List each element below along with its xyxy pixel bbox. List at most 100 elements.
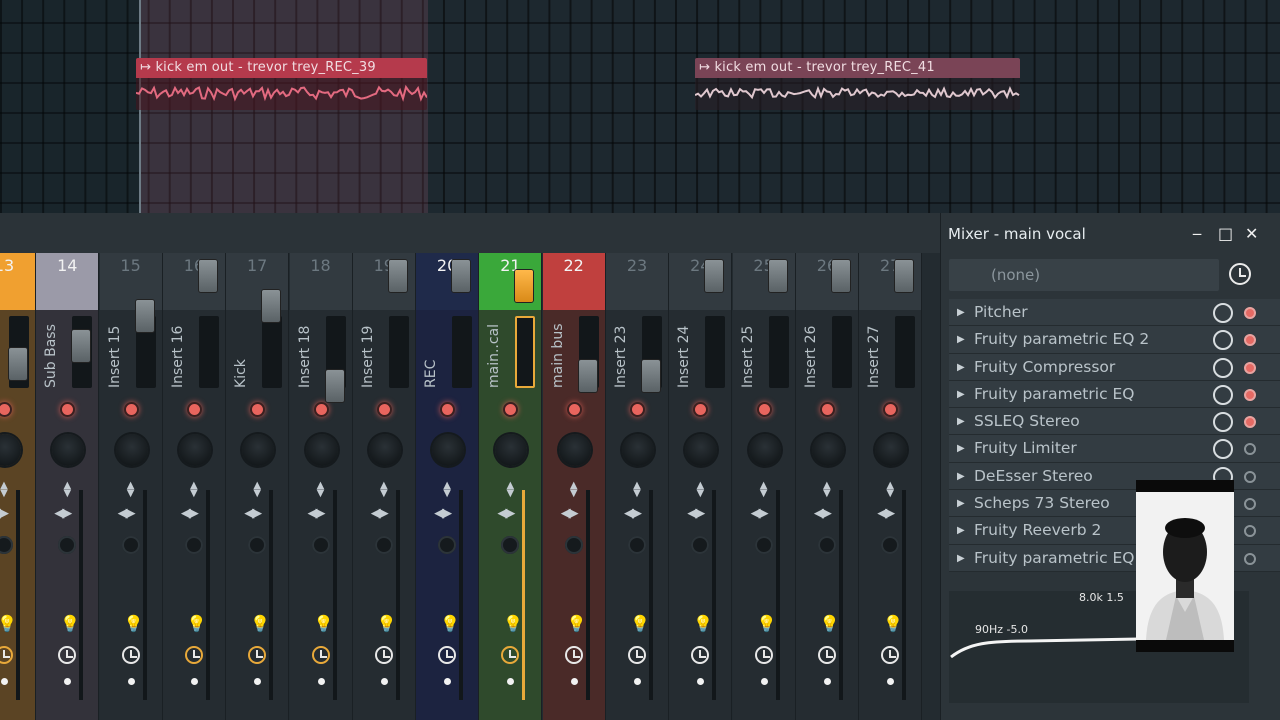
stereo-separation-icon[interactable]: ◀▶: [54, 506, 72, 521]
route-dot-icon[interactable]: [64, 678, 72, 685]
clock-icon[interactable]: [121, 646, 140, 664]
mute-led-icon[interactable]: [630, 402, 645, 417]
pan-knob[interactable]: [178, 434, 211, 466]
slot-enable-led-icon[interactable]: [1244, 443, 1256, 456]
clock-icon[interactable]: [881, 646, 900, 664]
volume-fader-handle[interactable]: [642, 360, 660, 392]
stereo-swap-icon[interactable]: ▲ ▼: [568, 481, 580, 499]
mixer-strip[interactable]: 24 Insert 24 ▲ ▼ ◀▶ 💡: [669, 253, 733, 720]
maximize-icon[interactable]: □: [1218, 213, 1233, 255]
route-dot-icon[interactable]: [697, 678, 705, 685]
stereo-separation-icon[interactable]: ◀▶: [0, 506, 9, 521]
volume-fader-handle[interactable]: [578, 360, 597, 392]
phase-invert-icon[interactable]: [628, 536, 646, 554]
phase-invert-icon[interactable]: [248, 536, 267, 554]
bulb-icon[interactable]: 💡: [377, 614, 397, 633]
strip-name[interactable]: Insert 26: [800, 316, 824, 388]
bulb-icon[interactable]: 💡: [503, 614, 523, 633]
mute-led-icon[interactable]: [819, 402, 835, 417]
stereo-separation-icon[interactable]: ◀▶: [624, 506, 642, 521]
pan-knob[interactable]: [368, 434, 401, 466]
bulb-icon[interactable]: 💡: [250, 614, 270, 633]
expand-arrow-icon[interactable]: ▶: [957, 490, 965, 517]
volume-fader-handle[interactable]: [72, 330, 91, 362]
bulb-icon[interactable]: 💡: [757, 614, 777, 633]
route-dot-icon[interactable]: [570, 678, 578, 685]
strip-name[interactable]: main..cal: [483, 316, 507, 388]
pan-knob[interactable]: [811, 434, 844, 466]
clock-icon[interactable]: [184, 646, 203, 664]
expand-arrow-icon[interactable]: ▶: [957, 381, 965, 408]
clock-icon[interactable]: [58, 646, 77, 664]
stereo-separation-icon[interactable]: ◀▶: [814, 506, 832, 521]
pan-knob[interactable]: [0, 434, 21, 466]
stereo-swap-icon[interactable]: ▲ ▼: [758, 481, 770, 499]
mute-led-icon[interactable]: [756, 402, 772, 417]
slot-enable-led-icon[interactable]: [1244, 416, 1256, 429]
strip-name[interactable]: Insert 19: [357, 316, 381, 388]
volume-fader-handle[interactable]: [895, 260, 914, 292]
clock-icon[interactable]: [501, 646, 520, 664]
clock-icon[interactable]: [438, 646, 457, 664]
playlist-area[interactable]: ↦ kick em out - trevor trey_REC_39 ↦ kic…: [0, 0, 1280, 213]
expand-arrow-icon[interactable]: ▶: [957, 354, 965, 381]
route-dot-icon[interactable]: [127, 678, 135, 685]
mute-led-icon[interactable]: [376, 402, 392, 417]
pan-knob[interactable]: [622, 434, 654, 466]
strip-name[interactable]: REC: [420, 316, 444, 388]
phase-invert-icon[interactable]: [121, 536, 140, 554]
fx-slot[interactable]: ▶ Fruity Limiter: [949, 435, 1280, 463]
expand-arrow-icon[interactable]: ▶: [957, 408, 965, 435]
route-dot-icon[interactable]: [1, 678, 8, 685]
strip-number[interactable]: 18: [289, 253, 352, 310]
volume-fader-handle[interactable]: [262, 290, 281, 322]
mix-knob-icon[interactable]: [1213, 330, 1233, 351]
stereo-swap-icon[interactable]: ▲ ▼: [125, 481, 137, 499]
slot-enable-led-icon[interactable]: [1244, 361, 1256, 374]
clock-icon[interactable]: [691, 646, 710, 664]
stereo-separation-icon[interactable]: ◀▶: [751, 506, 769, 521]
phase-invert-icon[interactable]: [58, 536, 77, 554]
pan-knob[interactable]: [305, 434, 338, 466]
strip-name[interactable]: Insert 23: [610, 316, 634, 388]
phase-invert-icon[interactable]: [0, 536, 13, 554]
mute-led-icon[interactable]: [883, 402, 899, 417]
mixer-strip[interactable]: 23 Insert 23 ▲ ▼ ◀▶ 💡: [606, 253, 669, 720]
stereo-separation-icon[interactable]: ◀▶: [244, 506, 262, 521]
bulb-icon[interactable]: 💡: [314, 614, 334, 633]
pan-knob[interactable]: [685, 434, 718, 466]
fx-slot[interactable]: ▶ Fruity Compressor: [949, 353, 1280, 381]
mixer-strip[interactable]: 14 Sub Bass ▲ ▼ ◀▶ 💡: [36, 253, 100, 720]
stereo-swap-icon[interactable]: ▲ ▼: [251, 481, 263, 499]
expand-arrow-icon[interactable]: ▶: [957, 517, 965, 544]
expand-arrow-icon[interactable]: ▶: [957, 326, 965, 353]
expand-arrow-icon[interactable]: ▶: [957, 435, 965, 462]
mix-knob-icon[interactable]: [1213, 303, 1233, 323]
phase-invert-icon[interactable]: [501, 536, 520, 554]
slot-enable-led-icon[interactable]: [1244, 307, 1256, 319]
strip-name[interactable]: Insert 16: [167, 316, 191, 388]
strip-name[interactable]: Insert 15: [104, 316, 128, 388]
stereo-separation-icon[interactable]: ◀▶: [687, 506, 705, 521]
clock-icon[interactable]: [248, 646, 267, 664]
mute-led-icon[interactable]: [0, 402, 12, 417]
mute-led-icon[interactable]: [250, 402, 266, 417]
strip-number[interactable]: 13: [0, 253, 35, 310]
mix-knob-icon[interactable]: [1213, 357, 1233, 378]
pan-knob[interactable]: [242, 434, 275, 466]
volume-fader-handle[interactable]: [515, 270, 534, 302]
volume-fader-handle[interactable]: [452, 260, 471, 292]
mixer-strip[interactable]: 27 Insert 27 ▲ ▼ ◀▶ 💡: [859, 253, 923, 720]
stereo-swap-icon[interactable]: ▲ ▼: [188, 481, 200, 499]
mute-led-icon[interactable]: [440, 402, 456, 417]
route-dot-icon[interactable]: [444, 678, 452, 685]
clock-icon[interactable]: [374, 646, 393, 664]
bulb-icon[interactable]: 💡: [60, 614, 80, 633]
fx-panel-titlebar[interactable]: Mixer - main vocal ‒ □ ✕: [941, 213, 1280, 255]
stereo-swap-icon[interactable]: ▲ ▼: [378, 481, 390, 499]
volume-fader-handle[interactable]: [135, 300, 154, 332]
bulb-icon[interactable]: 💡: [0, 614, 17, 633]
mixer-strip[interactable]: 17 Kick ▲ ▼ ◀▶ 💡: [226, 253, 290, 720]
mute-led-icon[interactable]: [503, 402, 519, 417]
fx-slot[interactable]: ▶ Fruity parametric EQ: [949, 380, 1280, 409]
